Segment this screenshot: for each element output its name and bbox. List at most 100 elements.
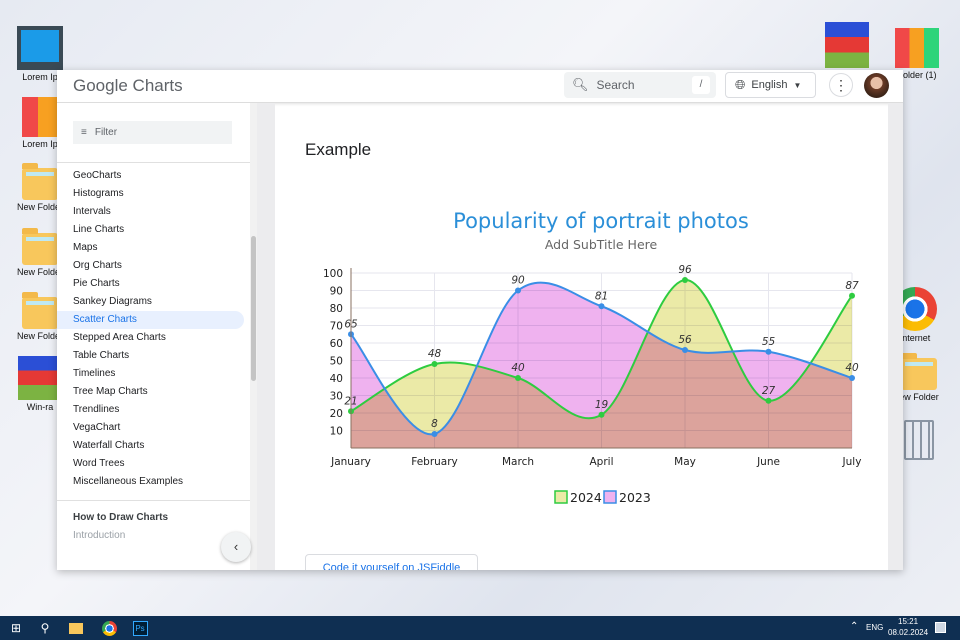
- windows-icon: ⊞: [10, 621, 22, 635]
- data-label: 8: [431, 418, 438, 430]
- data-label: 40: [511, 362, 525, 374]
- sidebar-item-sankey-diagrams[interactable]: Sankey Diagrams: [57, 293, 250, 311]
- y-tick-label: 80: [330, 303, 343, 315]
- filter-input[interactable]: ≡ Filter: [73, 121, 232, 144]
- clock-date[interactable]: 08.02.2024: [888, 628, 928, 637]
- top-header: Google Charts 🔍︎ Search / 🌐︎ English ▼ ⋮: [57, 70, 903, 103]
- tray-chevron-up-icon[interactable]: ⌃: [850, 621, 858, 632]
- legend-swatch-2024: [554, 490, 568, 504]
- folder-icon: [69, 623, 83, 635]
- data-label: 87: [845, 280, 859, 292]
- language-label: English: [751, 79, 788, 91]
- divider: [57, 162, 250, 163]
- sidebar-item-word-trees[interactable]: Word Trees: [57, 455, 250, 473]
- search-input[interactable]: 🔍︎ Search /: [564, 72, 716, 98]
- legend-swatch-2023: [603, 490, 617, 504]
- search-icon: 🔍︎: [572, 77, 589, 92]
- data-label: 56: [678, 334, 692, 346]
- binders-icon: [895, 28, 939, 68]
- data-point: [515, 287, 521, 294]
- sidebar-item-miscellaneous-examples[interactable]: Miscellaneous Examples: [57, 473, 250, 491]
- data-point: [682, 347, 688, 353]
- data-point: [765, 348, 772, 355]
- data-label: 81: [595, 290, 608, 302]
- sidebar-item-geocharts[interactable]: GeoCharts: [57, 167, 250, 185]
- data-point: [682, 277, 688, 283]
- data-label: 48: [428, 348, 442, 360]
- sidebar-item-table-charts[interactable]: Table Charts: [57, 347, 250, 365]
- data-label: 27: [762, 385, 776, 397]
- x-tick-label: February: [411, 456, 458, 468]
- data-point: [515, 375, 521, 381]
- scrollbar-thumb[interactable]: [251, 236, 256, 381]
- chevron-down-icon: ▼: [793, 80, 802, 90]
- data-point: [431, 361, 438, 367]
- x-tick-label: May: [674, 456, 696, 468]
- sidebar-item-pie-charts[interactable]: Pie Charts: [57, 275, 250, 293]
- data-point: [431, 431, 438, 437]
- chart-title: Popularity of portrait photos: [453, 209, 749, 233]
- avatar[interactable]: [864, 73, 889, 98]
- file-explorer-button[interactable]: [62, 616, 90, 640]
- y-tick-label: 10: [330, 426, 343, 438]
- search-icon: ⚲: [40, 621, 50, 635]
- main-content: Example Popularity of portrait photos Add…: [275, 103, 888, 570]
- search-button[interactable]: ⚲: [31, 616, 59, 640]
- photoshop-icon: Ps: [132, 621, 148, 637]
- x-tick-label: June: [756, 456, 780, 468]
- sidebar-item-trendlines[interactable]: Trendlines: [57, 401, 250, 419]
- sidebar-item-org-charts[interactable]: Org Charts: [57, 257, 250, 275]
- language-indicator[interactable]: ENG: [866, 623, 883, 632]
- sidebar-nav: GeoCharts Histograms Intervals Line Charts M…: [57, 167, 250, 491]
- folder-icon: [22, 163, 58, 200]
- sidebar-item-timelines[interactable]: Timelines: [57, 365, 250, 383]
- sidebar-item-scatter-charts[interactable]: Scatter Charts: [57, 311, 244, 329]
- data-point: [598, 303, 605, 310]
- gutter: [257, 103, 275, 570]
- sidebar-item-histograms[interactable]: Histograms: [57, 185, 250, 203]
- sidebar-item-waterfall-charts[interactable]: Waterfall Charts: [57, 437, 250, 455]
- sidebar-item-vegachart[interactable]: VegaChart: [57, 419, 250, 437]
- chrome-button[interactable]: [95, 616, 123, 640]
- filter-icon: ≡: [81, 127, 87, 138]
- legend-label: 2024: [570, 490, 602, 505]
- search-shortcut: /: [692, 76, 710, 94]
- folder-icon: [901, 353, 937, 390]
- x-tick-label: March: [502, 456, 534, 468]
- main-scrollbar[interactable]: [888, 103, 903, 570]
- desktop-icon-winrar[interactable]: [812, 22, 882, 68]
- y-tick-label: 20: [330, 408, 343, 420]
- sidebar-item-line-charts[interactable]: Line Charts: [57, 221, 250, 239]
- x-tick-label: January: [330, 456, 371, 468]
- start-button[interactable]: ⊞: [2, 616, 30, 640]
- data-label: 90: [511, 275, 525, 287]
- photoshop-button[interactable]: Ps: [126, 616, 154, 640]
- binders-icon: [22, 97, 58, 137]
- sidebar: ≡ Filter GeoCharts Histograms Intervals Line…: [57, 103, 257, 570]
- more-options-button[interactable]: ⋮: [829, 73, 853, 97]
- data-point: [765, 397, 772, 404]
- computer-icon: [17, 26, 63, 70]
- sidebar-item-maps[interactable]: Maps: [57, 239, 250, 257]
- sidebar-item-stepped-area-charts[interactable]: Stepped Area Charts: [57, 329, 250, 347]
- y-tick-label: 60: [330, 338, 343, 350]
- browser-window: Google Charts 🔍︎ Search / 🌐︎ English ▼ ⋮ ≡ Fi…: [57, 70, 903, 570]
- sidebar-scrollbar[interactable]: [250, 103, 257, 570]
- legend-label: 2023: [619, 490, 651, 505]
- sidebar-item-tree-map-charts[interactable]: Tree Map Charts: [57, 383, 250, 401]
- collapse-sidebar-button[interactable]: ‹: [221, 532, 251, 562]
- google-charts-logo[interactable]: Google Charts: [73, 76, 183, 96]
- y-tick-label: 100: [323, 268, 343, 280]
- y-tick-label: 40: [330, 373, 343, 385]
- taskbar: ⊞ ⚲ Ps ⌃ ENG 15:21 08.02.2024: [0, 616, 960, 640]
- data-point: [849, 292, 855, 299]
- sidebar-item-introduction[interactable]: Introduction: [73, 530, 125, 541]
- language-select[interactable]: 🌐︎ English ▼: [725, 72, 816, 98]
- divider: [57, 500, 250, 501]
- sidebar-item-intervals[interactable]: Intervals: [57, 203, 250, 221]
- chart-subtitle: Add SubTitle Here: [545, 237, 658, 252]
- jsfiddle-button[interactable]: Code it yourself on JSFiddle: [305, 554, 478, 570]
- y-tick-label: 30: [330, 391, 343, 403]
- clock-time[interactable]: 15:21: [898, 617, 918, 626]
- notification-icon[interactable]: [935, 622, 946, 633]
